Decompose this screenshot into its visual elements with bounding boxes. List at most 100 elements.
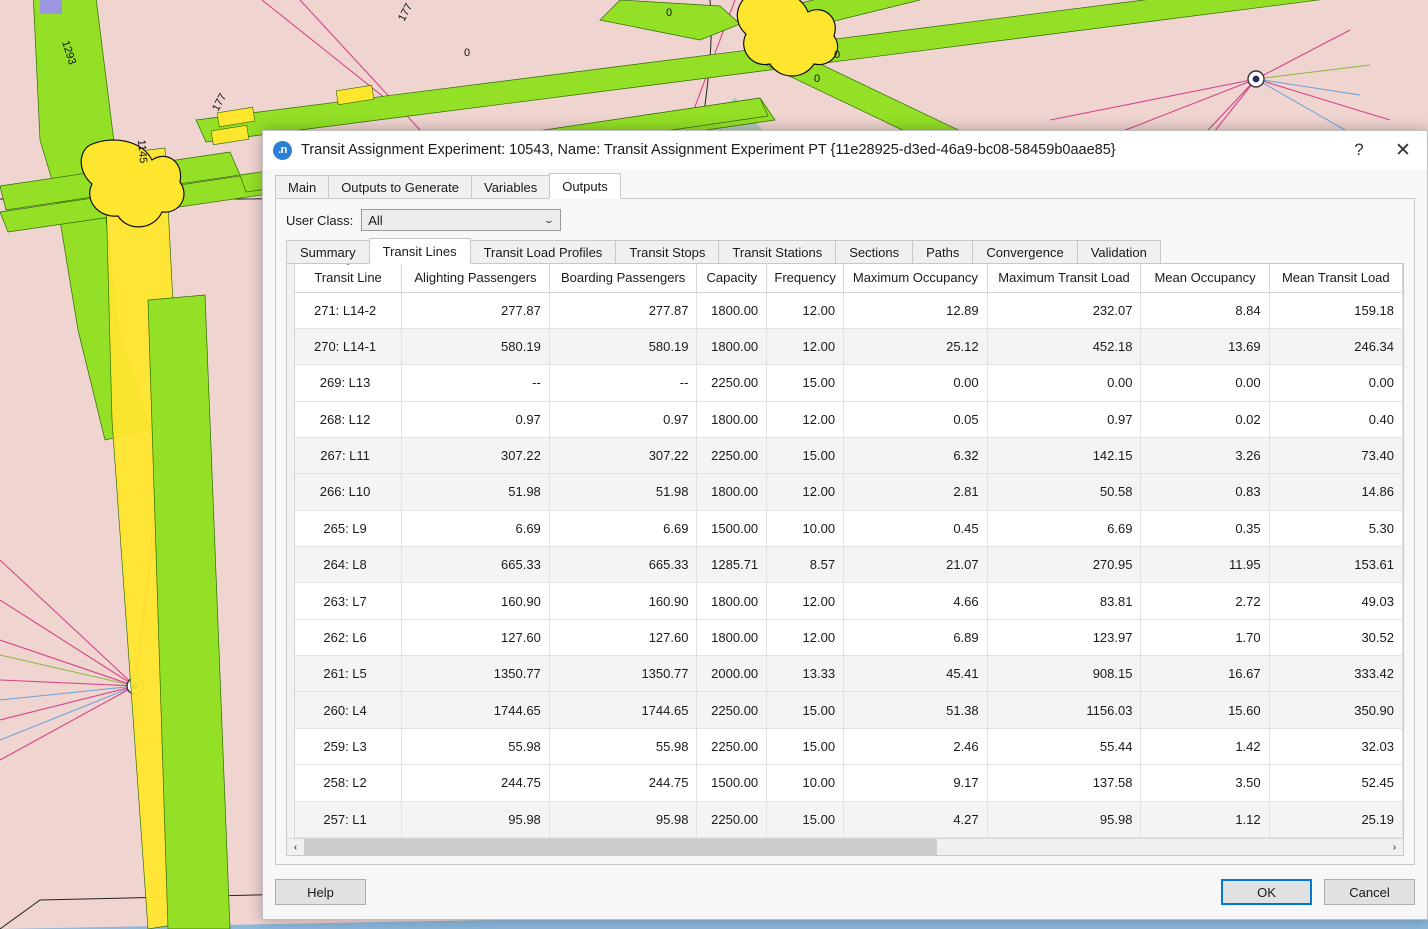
cell-value[interactable]: 2250.00 [696, 801, 768, 838]
column-header-boarding-passengers[interactable]: Boarding Passengers [549, 264, 698, 293]
user-class-select[interactable]: All ⌄ [361, 209, 562, 231]
scroll-left-icon[interactable]: ‹ [287, 839, 304, 855]
cell-value[interactable]: 49.03 [1269, 582, 1403, 620]
cell-value[interactable]: 12.00 [766, 328, 845, 366]
cell-value[interactable]: 2.81 [843, 473, 988, 511]
cell-value[interactable]: 1744.65 [549, 691, 698, 729]
table-row[interactable]: 260: L4 1744.65 1744.65 2250.00 15.00 51.38 11… [295, 691, 1403, 729]
cell-value[interactable]: -- [401, 364, 550, 402]
cell-value[interactable]: 13.33 [766, 655, 845, 693]
cell-transit-line[interactable]: 270: L14-1 [295, 328, 403, 366]
cell-value[interactable]: 1500.00 [696, 764, 768, 802]
cell-value[interactable]: 21.07 [843, 546, 988, 584]
cell-value[interactable]: 246.34 [1269, 328, 1403, 366]
cell-transit-line[interactable]: 258: L2 [295, 764, 403, 802]
cell-transit-line[interactable]: 266: L10 [295, 473, 403, 511]
table-row[interactable]: 264: L8 665.33 665.33 1285.71 8.57 21.07 270.9… [295, 546, 1403, 584]
horizontal-scrollbar[interactable]: ‹ › [287, 838, 1403, 855]
cell-value[interactable]: 244.75 [549, 764, 698, 802]
cell-value[interactable]: 6.89 [843, 619, 988, 657]
cell-value[interactable]: 12.89 [843, 292, 988, 329]
column-header-mean-occupancy[interactable]: Mean Occupancy [1140, 264, 1270, 293]
cell-value[interactable]: 1350.77 [549, 655, 698, 693]
cell-value[interactable]: 127.60 [549, 619, 698, 657]
cell-value[interactable]: 277.87 [549, 292, 698, 329]
cell-value[interactable]: 2.72 [1140, 582, 1270, 620]
cell-value[interactable]: 95.98 [549, 801, 698, 838]
cell-value[interactable]: 350.90 [1269, 691, 1403, 729]
cell-transit-line[interactable]: 271: L14-2 [295, 292, 403, 329]
table-row[interactable]: 270: L14-1 580.19 580.19 1800.00 12.00 25.12 4… [295, 328, 1403, 366]
cell-value[interactable]: 13.69 [1140, 328, 1270, 366]
cell-value[interactable]: 1156.03 [987, 691, 1142, 729]
cell-value[interactable]: 2.46 [843, 728, 988, 766]
cell-value[interactable]: 908.15 [987, 655, 1142, 693]
cell-value[interactable]: 73.40 [1269, 437, 1403, 475]
cell-value[interactable]: 137.58 [987, 764, 1142, 802]
cell-value[interactable]: 1285.71 [696, 546, 768, 584]
cell-value[interactable]: 580.19 [401, 328, 550, 366]
cell-transit-line[interactable]: 268: L12 [295, 401, 403, 438]
cell-value[interactable]: 15.00 [766, 364, 845, 402]
cell-transit-line[interactable]: 259: L3 [295, 728, 403, 766]
cell-value[interactable]: 52.45 [1269, 764, 1403, 802]
column-header-frequency[interactable]: Frequency [766, 264, 845, 293]
cell-value[interactable]: 580.19 [549, 328, 698, 366]
cell-value[interactable]: 232.07 [987, 292, 1142, 329]
cell-value[interactable]: 127.60 [401, 619, 550, 657]
cell-value[interactable]: 6.69 [401, 510, 550, 548]
cell-value[interactable]: 0.97 [987, 401, 1142, 438]
cell-value[interactable]: 9.17 [843, 764, 988, 802]
column-header-alighting-passengers[interactable]: Alighting Passengers [401, 264, 550, 293]
cell-value[interactable]: 6.69 [549, 510, 698, 548]
cell-value[interactable]: 153.61 [1269, 546, 1403, 584]
cell-transit-line[interactable]: 263: L7 [295, 582, 403, 620]
cell-value[interactable]: 3.26 [1140, 437, 1270, 475]
cell-value[interactable]: 6.32 [843, 437, 988, 475]
cell-value[interactable]: 15.00 [766, 437, 845, 475]
cell-value[interactable]: 95.98 [987, 801, 1142, 838]
table-row[interactable]: 266: L10 51.98 51.98 1800.00 12.00 2.81 50.58 0… [295, 473, 1403, 511]
subtab-summary[interactable]: Summary [286, 240, 370, 263]
subtab-transit-stations[interactable]: Transit Stations [718, 240, 837, 263]
cell-value[interactable]: 11.95 [1140, 546, 1270, 584]
cell-value[interactable]: 14.86 [1269, 473, 1403, 511]
cell-value[interactable]: 5.30 [1269, 510, 1403, 548]
cell-transit-line[interactable]: 261: L5 [295, 655, 403, 693]
cell-value[interactable]: 83.81 [987, 582, 1142, 620]
table-row[interactable]: 269: L13 -- -- 2250.00 15.00 0.00 0.00 0.00 0.00 [295, 364, 1403, 402]
cell-value[interactable]: 0.97 [549, 401, 698, 438]
cell-value[interactable]: 12.00 [766, 401, 845, 438]
cell-value[interactable]: 12.00 [766, 473, 845, 511]
cell-value[interactable]: 4.66 [843, 582, 988, 620]
cell-value[interactable]: 0.35 [1140, 510, 1270, 548]
column-header-maximum-occupancy[interactable]: Maximum Occupancy [843, 264, 988, 293]
close-icon[interactable]: ✕ [1381, 133, 1425, 167]
cell-value[interactable]: 55.98 [549, 728, 698, 766]
cell-value[interactable]: 1800.00 [696, 473, 768, 511]
cell-value[interactable]: 25.19 [1269, 801, 1403, 838]
cell-value[interactable]: 1744.65 [401, 691, 550, 729]
cell-transit-line[interactable]: 257: L1 [295, 801, 403, 838]
cell-value[interactable]: 665.33 [549, 546, 698, 584]
cell-value[interactable]: 3.50 [1140, 764, 1270, 802]
cell-value[interactable]: 25.12 [843, 328, 988, 366]
cell-value[interactable]: 51.98 [401, 473, 550, 511]
cell-value[interactable]: 16.67 [1140, 655, 1270, 693]
tab-variables[interactable]: Variables [470, 175, 551, 198]
cell-value[interactable]: 15.60 [1140, 691, 1270, 729]
cell-value[interactable]: 142.15 [987, 437, 1142, 475]
cell-value[interactable]: 1.70 [1140, 619, 1270, 657]
cell-value[interactable]: 1.42 [1140, 728, 1270, 766]
subtab-paths[interactable]: Paths [912, 240, 974, 263]
cell-value[interactable]: 12.00 [766, 582, 845, 620]
subtab-convergence[interactable]: Convergence [972, 240, 1078, 263]
cell-value[interactable]: 452.18 [987, 328, 1142, 366]
cell-value[interactable]: 0.83 [1140, 473, 1270, 511]
cell-value[interactable]: 15.00 [766, 691, 845, 729]
cell-value[interactable]: 1800.00 [696, 292, 768, 329]
cell-value[interactable]: 2250.00 [696, 691, 768, 729]
table-row[interactable]: 259: L3 55.98 55.98 2250.00 15.00 2.46 55.44 1.… [295, 728, 1403, 766]
scrollbar-track[interactable] [304, 839, 1386, 855]
cell-transit-line[interactable]: 265: L9 [295, 510, 403, 548]
